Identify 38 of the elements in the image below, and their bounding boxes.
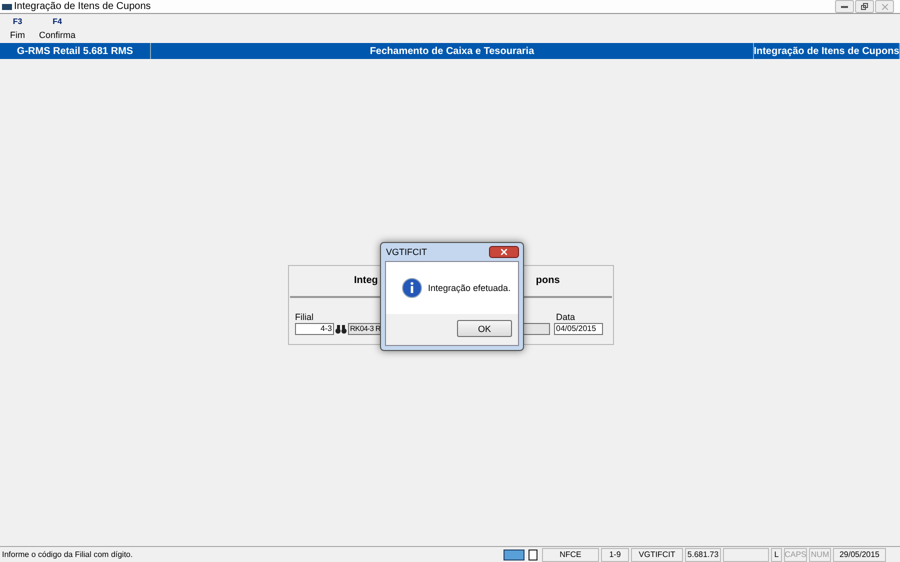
toolbar-button[interactable]: F3 Fim [6, 17, 29, 40]
status-cell: VGTIFCIT [631, 548, 683, 562]
restore-icon [861, 3, 868, 10]
input-field[interactable]: 04/05/2015 [554, 322, 603, 334]
toolbar-button[interactable]: F4 Confirma [35, 17, 80, 40]
close-icon [501, 249, 507, 255]
binoculars-icon[interactable] [335, 322, 347, 334]
restore-button[interactable] [855, 0, 874, 13]
dialog-message: Integração efetuada. [428, 283, 511, 293]
status-cell [723, 548, 769, 562]
status-cell: L [771, 548, 782, 562]
status-cell: NFCE [542, 548, 599, 562]
minimize-icon [841, 6, 848, 8]
status-message: Informe o código da Filial com dígito. [1, 550, 134, 559]
field-label: Data [556, 312, 576, 322]
input-field [521, 322, 550, 334]
close-button[interactable] [489, 246, 519, 258]
status-cell: NUM [809, 548, 831, 562]
info-icon [402, 278, 422, 298]
panel-title: Integ [354, 275, 378, 286]
ok-button[interactable]: OK [457, 320, 512, 337]
header-text: Integração de Itens de Cupons [754, 46, 900, 56]
close-icon [882, 4, 888, 10]
minimize-button[interactable] [835, 0, 854, 13]
status-cell: 5.681.73 [685, 548, 721, 562]
field-label: Filial [295, 312, 315, 322]
status-cell: CAPS [784, 548, 807, 562]
dialog-title: VGTIFCIT [386, 247, 427, 257]
status-cell: 29/05/2015 [833, 548, 886, 562]
status-cell: 1-9 [601, 548, 629, 562]
header-text: G-RMS Retail 5.681 RMS [16, 46, 134, 56]
computer-icon [503, 548, 525, 560]
input-field[interactable]: 4-3 [295, 322, 334, 334]
window-title: Integração de Itens de Cupons [14, 1, 151, 12]
clipboard-icon [528, 548, 538, 560]
panel-title: pons [536, 275, 560, 286]
app-icon [2, 4, 12, 10]
header-text: Fechamento de Caixa e Tesouraria [370, 46, 534, 56]
